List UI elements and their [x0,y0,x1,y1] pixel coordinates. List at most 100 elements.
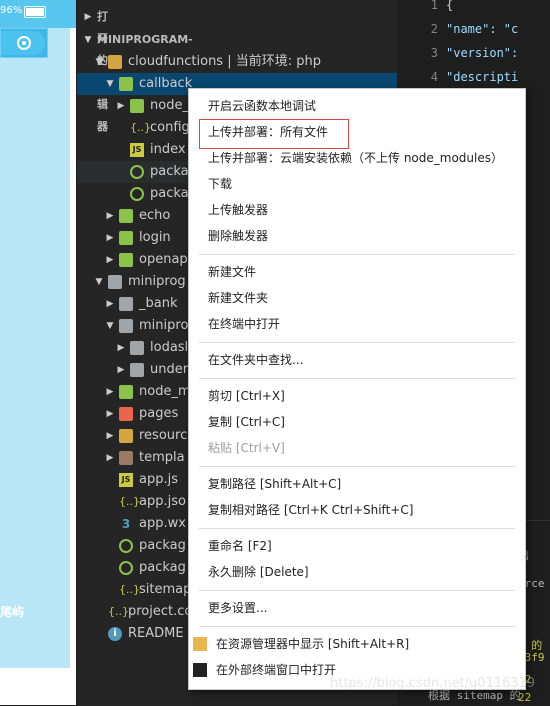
menu-item[interactable]: 在终端中打开 [189,311,525,337]
folder-gray-icon [130,341,144,355]
menu-item-label: 上传并部署：所有文件 [208,125,329,139]
tree-item-label: app.jso [139,494,186,509]
chevron-down-icon: ▼ [95,57,103,67]
tree-item-label: app.js [139,472,178,487]
tree-item-label: packa [150,164,189,179]
tree-item-label: node_m [139,384,191,399]
folder-gray-icon [130,363,144,377]
pkg-icon [119,539,133,553]
menu-item[interactable]: 复制路径 [Shift+Alt+C] [189,471,525,497]
chevron-right-icon: ▶ [106,387,114,397]
menu-item-label: 剪切 [Ctrl+X] [208,389,285,403]
simulator-panel: 96% 尾屿 [0,0,76,705]
tree-item-label: _bank [139,296,178,311]
tree-item[interactable]: ▼ cloudfunctions | 当前环境: php [77,51,397,73]
chevron-right-icon: ▶ [117,343,125,353]
tree-item-label: sitemap [139,582,192,597]
menu-item-label: 在资源管理器中显示 [Shift+Alt+R] [216,637,410,651]
menu-item-label: 上传并部署：云端安装依赖（不上传 node_modules） [208,151,503,165]
simulator-screen[interactable] [0,28,70,668]
folder-brown-icon [119,451,133,465]
chevron-down-icon: ▼ [84,35,92,45]
folder-green-icon [119,253,133,267]
menu-item[interactable]: 删除触发器 [189,223,525,249]
chevron-down-icon: ▼ [106,321,114,331]
menu-item: 粘贴 [Ctrl+V] [189,435,525,461]
json-icon: {..} [108,605,129,618]
tree-item-label: resourc [139,428,188,443]
menu-item[interactable]: 在资源管理器中显示 [Shift+Alt+R] [189,631,525,657]
menu-item[interactable]: 更多设置... [189,595,525,621]
menu-item[interactable]: 永久删除 [Delete] [189,559,525,585]
json-icon: {..} [119,583,140,596]
menu-item[interactable]: 剪切 [Ctrl+X] [189,383,525,409]
menu-item[interactable]: 在文件夹中查找... [189,347,525,373]
pkg-icon [130,187,144,201]
menu-item-label: 在外部终端窗口中打开 [216,663,337,677]
tree-item-label: packa [150,186,189,201]
menu-item-label: 重命名 [F2] [208,539,272,553]
simulator-nav-bar [0,28,48,58]
simulator-status-bar: 96% [0,0,76,28]
menu-item[interactable]: 上传触发器 [189,197,525,223]
code-line: "version": [446,46,519,60]
menu-item[interactable]: 重命名 [F2] [189,533,525,559]
js-icon: JS [119,473,133,487]
terminal-icon [193,663,207,677]
menu-item[interactable]: 上传并部署：所有文件 [189,119,525,145]
folder-gray-icon [119,297,133,311]
menu-item-label: 复制 [Ctrl+C] [208,415,285,429]
code-line: "descripti [446,70,519,84]
chevron-right-icon: ▶ [106,233,114,243]
chevron-right-icon: ▶ [117,365,125,375]
line-number: 1 [430,0,438,12]
menu-item[interactable]: 开启云函数本地调试 [189,93,525,119]
tree-item-label: login [139,230,171,245]
chevron-right-icon: ▶ [106,255,114,265]
menu-item[interactable]: 复制相对路径 [Ctrl+K Ctrl+Shift+C] [189,497,525,523]
simulator-bottom-text: 尾屿 [0,605,25,619]
menu-separator [199,590,515,591]
tree-item-label: index [150,142,186,157]
record-icon [17,36,31,50]
line-number: 3 [430,46,438,60]
chevron-right-icon: ▶ [106,299,114,309]
battery-icon [24,6,46,18]
menu-separator [199,626,515,627]
capsule-button[interactable] [1,31,45,55]
code-line: { [446,0,454,12]
context-menu: 开启云函数本地调试 上传并部署：所有文件上传并部署：云端安装依赖（不上传 node… [188,88,526,690]
folder-gray-icon [108,275,122,289]
folder-gray-icon [119,319,133,333]
chevron-down-icon: ▼ [95,277,103,287]
tree-item-label: pages [139,406,179,421]
menu-item[interactable]: 下载 [189,171,525,197]
tree-item-label: templa [139,450,185,465]
json-icon: {..} [119,495,140,508]
menu-item[interactable]: 新建文件 [189,259,525,285]
menu-item[interactable]: 上传并部署：云端安装依赖（不上传 node_modules） [189,145,525,171]
menu-item-label: 开启云函数本地调试 [208,99,317,113]
json-icon: {..} [130,121,151,134]
folder-red-icon [119,407,133,421]
chevron-right-icon: ▶ [84,12,92,22]
tree-item-label: lodasl [150,340,189,355]
menu-item[interactable]: 复制 [Ctrl+C] [189,409,525,435]
menu-item-label: 复制相对路径 [Ctrl+K Ctrl+Shift+C] [208,503,414,517]
chevron-right-icon: ▶ [117,101,125,111]
menu-separator [199,466,515,467]
tree-item-label: packag [139,538,186,553]
info-icon: i [108,627,122,641]
tree-item-label: minipro [139,318,189,333]
tree-item-label: README [128,626,184,641]
folder-green-icon [119,385,133,399]
menu-item-label: 新建文件夹 [208,291,269,305]
menu-item[interactable]: 新建文件夹 [189,285,525,311]
menu-item-label: 复制路径 [Shift+Alt+C] [208,477,342,491]
menu-separator [199,528,515,529]
menu-separator [199,254,515,255]
menu-item-label: 更多设置... [208,601,268,615]
pkg-icon [130,165,144,179]
menu-item-label: 在文件夹中查找... [208,353,304,367]
chevron-right-icon: ▶ [106,409,114,419]
